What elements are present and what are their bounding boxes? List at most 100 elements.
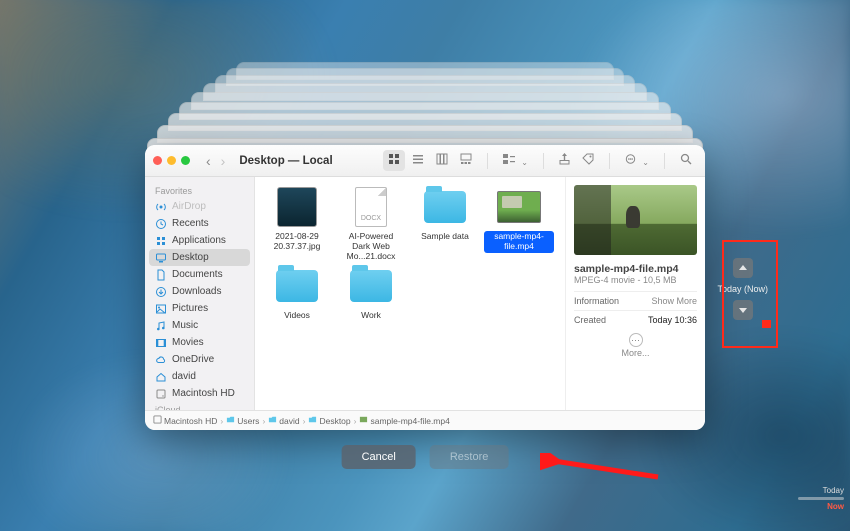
- preview-thumbnail: [574, 185, 697, 255]
- document-file-icon: DOCX: [355, 187, 387, 227]
- search-button[interactable]: [675, 150, 697, 171]
- gallery-view-button[interactable]: [455, 150, 477, 171]
- share-button[interactable]: [554, 150, 575, 171]
- folder-icon: [424, 191, 466, 223]
- action-bar: Cancel Restore: [342, 445, 509, 469]
- sidebar-item-label: Recents: [172, 218, 209, 229]
- show-more-link[interactable]: Show More: [651, 296, 697, 306]
- toolbar: ‹ › Desktop — Local ⌄: [145, 145, 705, 177]
- sidebar-group-header: iCloud: [145, 402, 254, 410]
- path-bar[interactable]: Macintosh HD›Users›david›Desktop›sample-…: [145, 410, 705, 430]
- close-icon[interactable]: [153, 156, 162, 165]
- music-icon: [155, 320, 167, 332]
- path-segment-icon: [153, 415, 162, 426]
- sidebar-item-label: Desktop: [172, 252, 209, 263]
- file-item[interactable]: DOCXAI-Powered Dark Web Mo...21.docx: [335, 187, 407, 262]
- group-by-button[interactable]: ⌄: [498, 150, 533, 171]
- airdrop-icon: [155, 201, 167, 213]
- file-label: Videos: [281, 310, 313, 322]
- path-segment-icon: [226, 415, 235, 426]
- icon-view-button[interactable]: [383, 150, 405, 171]
- file-label: Work: [358, 310, 384, 322]
- file-item[interactable]: Work: [335, 266, 407, 322]
- sidebar-group-header: Favorites: [145, 183, 254, 198]
- file-item[interactable]: 2021-08-29 20.37.37.jpg: [261, 187, 333, 262]
- sidebar-item-pictures[interactable]: Pictures: [145, 300, 254, 317]
- pictures-icon: [155, 303, 167, 315]
- path-segment[interactable]: Users: [226, 415, 259, 426]
- preview-more-label[interactable]: More...: [621, 348, 649, 358]
- zoom-icon[interactable]: [181, 156, 190, 165]
- file-item[interactable]: Sample data: [409, 187, 481, 262]
- timeline-indicator: Today Now: [798, 486, 844, 511]
- cloud-icon: [155, 354, 167, 366]
- finder-window: ‹ › Desktop — Local ⌄: [145, 145, 705, 430]
- chevron-right-icon: ›: [262, 416, 265, 426]
- path-segment-label: Users: [237, 416, 259, 426]
- sidebar-item-desktop[interactable]: Desktop: [149, 249, 250, 266]
- movies-icon: [155, 337, 167, 349]
- sidebar-item-music[interactable]: Music: [145, 317, 254, 334]
- sidebar-item-documents[interactable]: Documents: [145, 266, 254, 283]
- home-icon: [155, 371, 167, 383]
- path-segment-icon: [268, 415, 277, 426]
- sidebar-item-label: Applications: [172, 235, 226, 246]
- file-label: 2021-08-29 20.37.37.jpg: [262, 231, 332, 253]
- sidebar-item-airdrop: AirDrop: [145, 198, 254, 215]
- file-label: sample-mp4-file.mp4: [484, 231, 554, 253]
- preview-subtitle: MPEG-4 movie - 10,5 MB: [574, 275, 697, 285]
- forward-button[interactable]: ›: [217, 151, 230, 171]
- back-button[interactable]: ‹: [202, 151, 215, 171]
- chevron-right-icon: ›: [354, 416, 357, 426]
- desktop-icon: [155, 252, 167, 264]
- file-item[interactable]: Videos: [261, 266, 333, 322]
- path-segment-label: sample-mp4-file.mp4: [370, 416, 449, 426]
- sidebar-item-label: Documents: [172, 269, 223, 280]
- timeline-nav: Today (Now): [717, 258, 768, 320]
- sidebar-item-movies[interactable]: Movies: [145, 334, 254, 351]
- download-icon: [155, 286, 167, 298]
- path-segment-icon: [308, 415, 317, 426]
- timeline-track[interactable]: [798, 497, 844, 500]
- sidebar: FavoritesAirDrop Recents Applications Deskt…: [145, 177, 255, 410]
- sidebar-item-label: Downloads: [172, 286, 221, 297]
- sidebar-item-onedrive[interactable]: OneDrive: [145, 351, 254, 368]
- sidebar-item-recents[interactable]: Recents: [145, 215, 254, 232]
- sidebar-item-label: Macintosh HD: [172, 388, 235, 399]
- view-mode-group[interactable]: [383, 150, 477, 171]
- restore-button[interactable]: Restore: [430, 445, 509, 469]
- minimize-icon[interactable]: [167, 156, 176, 165]
- timeline-up-button[interactable]: [733, 258, 753, 278]
- column-view-button[interactable]: [431, 150, 453, 171]
- file-item[interactable]: sample-mp4-file.mp4: [483, 187, 555, 262]
- file-grid[interactable]: 2021-08-29 20.37.37.jpgDOCXAI-Powered Da…: [255, 177, 565, 410]
- path-segment[interactable]: Macintosh HD: [153, 415, 217, 426]
- sidebar-item-label: OneDrive: [172, 354, 214, 365]
- more-actions-icon[interactable]: ⋯: [629, 333, 643, 347]
- preview-info-row: CreatedToday 10:36: [574, 310, 697, 329]
- timeline-top-label: Today: [798, 486, 844, 495]
- action-menu-button[interactable]: ⌄: [620, 150, 654, 171]
- cancel-button[interactable]: Cancel: [342, 445, 416, 469]
- path-segment[interactable]: sample-mp4-file.mp4: [359, 415, 449, 426]
- path-segment-label: Desktop: [319, 416, 350, 426]
- sidebar-item-david[interactable]: david: [145, 368, 254, 385]
- sidebar-item-applications[interactable]: Applications: [145, 232, 254, 249]
- preview-row-key: Created: [574, 315, 606, 325]
- path-segment[interactable]: david: [268, 415, 299, 426]
- timeline-current-label: Today (Now): [717, 284, 768, 294]
- annotation-marker: [762, 320, 771, 328]
- sidebar-item-label: Pictures: [172, 303, 208, 314]
- chevron-right-icon: ›: [220, 416, 223, 426]
- sidebar-item-macintosh-hd[interactable]: Macintosh HD: [145, 385, 254, 402]
- clock-icon: [155, 218, 167, 230]
- timeline-down-button[interactable]: [733, 300, 753, 320]
- preview-pane: sample-mp4-file.mp4 MPEG-4 movie - 10,5 …: [565, 177, 705, 410]
- sidebar-item-downloads[interactable]: Downloads: [145, 283, 254, 300]
- window-controls[interactable]: [153, 156, 190, 165]
- list-view-button[interactable]: [407, 150, 429, 171]
- path-segment[interactable]: Desktop: [308, 415, 350, 426]
- sidebar-item-label: Music: [172, 320, 198, 331]
- path-segment-label: Macintosh HD: [164, 416, 217, 426]
- tags-button[interactable]: [577, 150, 599, 171]
